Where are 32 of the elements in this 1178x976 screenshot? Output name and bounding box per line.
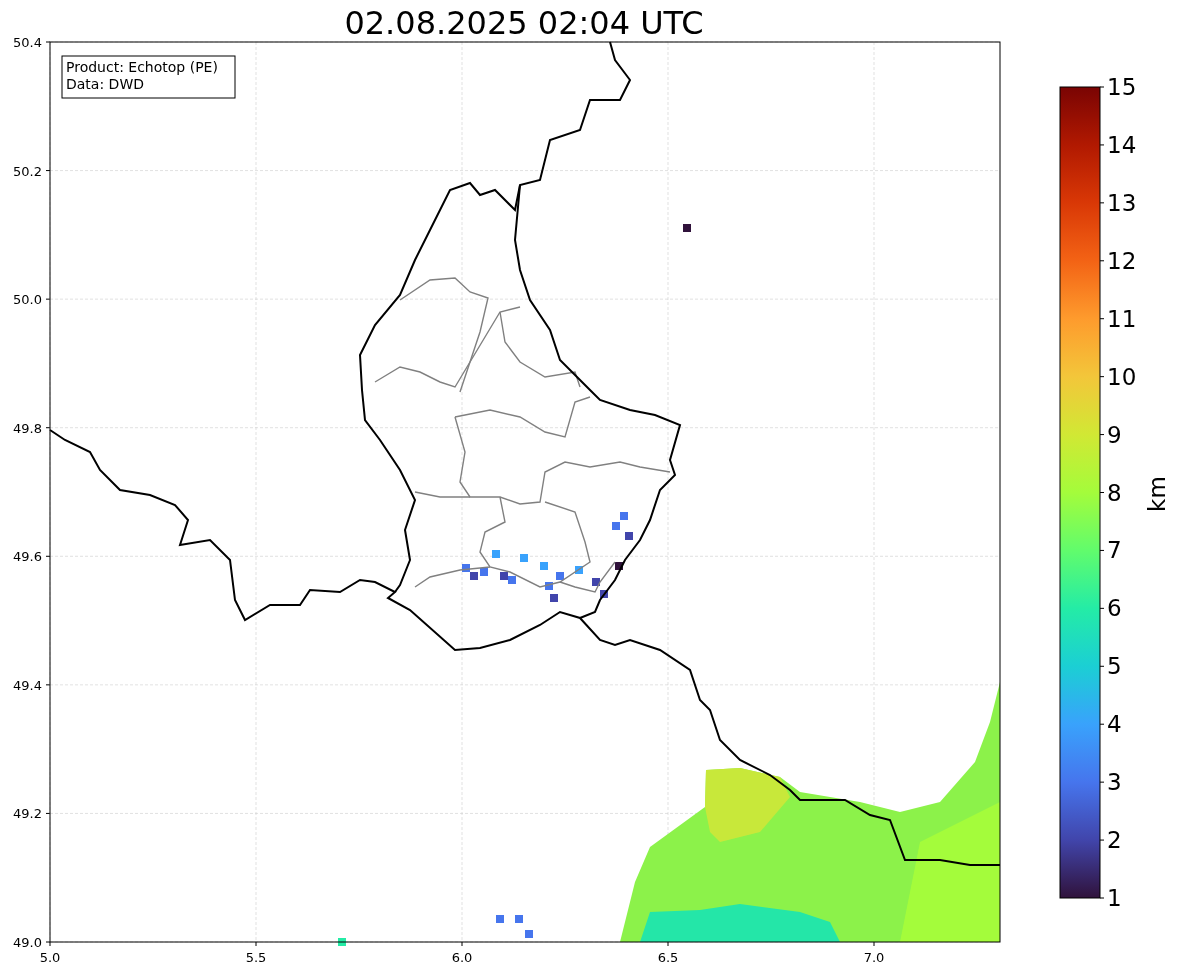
axis-tick-label: 5.5 (245, 950, 267, 965)
colorbar-tick-label: 15 (1107, 74, 1137, 100)
axis-tick-label: 5.0 (39, 950, 61, 965)
colorbar-tick-label: 4 (1107, 711, 1122, 738)
colorbar-tick-label: 8 (1107, 479, 1122, 506)
colorbar-tick-label: 10 (1107, 363, 1137, 390)
axis-tick-label: 49.0 (13, 935, 42, 950)
axis-tick-label: 50.0 (13, 292, 42, 308)
axis-tick-label: 49.2 (13, 806, 42, 822)
colorbar-tick-label: 5 (1107, 653, 1122, 680)
colorbar-label: km (1144, 476, 1170, 512)
axis-tick-label: 49.4 (13, 677, 42, 693)
colorbar-tick-label: 14 (1107, 131, 1137, 158)
colorbar-tick-label: 12 (1107, 247, 1137, 274)
plot-title: 02.08.2025 02:04 UTC (343, 3, 705, 34)
colorbar-tick-label: 2 (1107, 827, 1122, 854)
axis-tick-label: 49.8 (13, 420, 42, 436)
colorbar-tick-label: 1 (1107, 885, 1122, 911)
colorbar-tick-label: 7 (1107, 537, 1122, 564)
axis-tick-label: 6.5 (657, 950, 679, 965)
colorbar-tick-label: 9 (1107, 421, 1122, 448)
axis-tick-label: 6.0 (451, 950, 473, 965)
colorbar-tick-label: 11 (1107, 305, 1137, 332)
info-text: Product: Echotop (PE) (66, 59, 218, 75)
colorbar-tick-label: 6 (1107, 595, 1122, 622)
axis-tick-label: 7.0 (863, 950, 885, 965)
axis-tick-label: 50.2 (13, 163, 42, 179)
colorbar-tick-label: 3 (1107, 769, 1122, 796)
colorbar-tick-label: 13 (1107, 189, 1137, 216)
axis-tick-label: 49.6 (13, 549, 42, 565)
info-text: Data: DWD (66, 76, 144, 92)
axis-tick-label: 50.4 (13, 35, 42, 50)
